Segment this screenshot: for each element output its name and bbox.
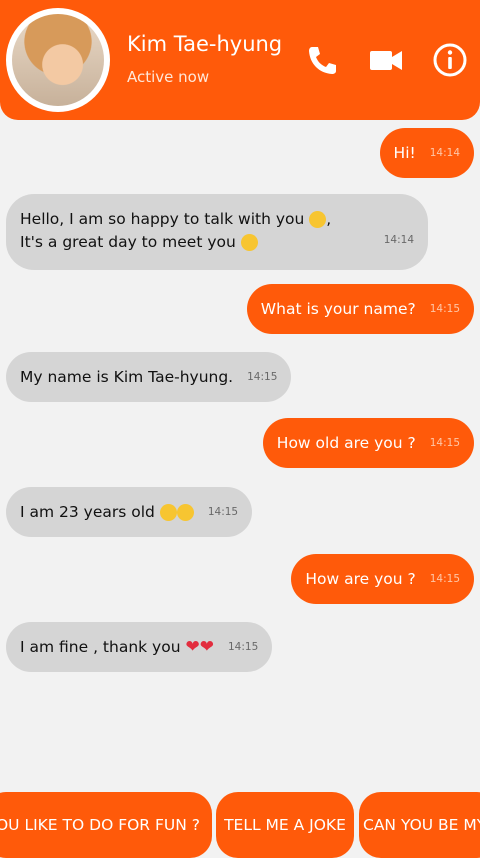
message-time: 14:14 [429, 147, 460, 159]
contact-name: Kim Tae-hyung [127, 32, 283, 56]
message-text: Hi! [393, 144, 416, 162]
received-message: I am fine , thank you ❤❤ 14:15 [6, 622, 273, 672]
video-camera-icon[interactable] [368, 42, 404, 78]
chat-header: Kim Tae-hyung Active now [0, 0, 480, 120]
sent-message: How old are you ? 14:15 [262, 418, 474, 468]
contact-status: Active now [127, 68, 210, 86]
quick-reply-be-my[interactable]: CAN YOU BE MY [359, 792, 480, 858]
heart-emoji: ❤❤ [185, 637, 214, 657]
sent-message: Hi! 14:14 [379, 128, 474, 178]
message-time: 14:15 [429, 303, 460, 315]
message-time: 14:15 [247, 371, 278, 383]
message-text: I am 23 years old [20, 503, 155, 521]
message-text: How old are you ? [276, 434, 416, 452]
message-text: How are you ? [305, 570, 416, 588]
avatar-photo [12, 14, 104, 106]
received-message: Hello, I am so happy to talk with you , … [6, 194, 428, 270]
avatar[interactable] [6, 8, 110, 112]
quick-reply-joke[interactable]: TELL ME A JOKE [216, 792, 354, 858]
phone-icon[interactable] [304, 42, 340, 78]
quick-reply-bar[interactable]: OU LIKE TO DO FOR FUN ? TELL ME A JOKE C… [0, 792, 480, 858]
received-message: I am 23 years old 14:15 [6, 487, 253, 537]
sent-message: What is your name? 14:15 [246, 284, 474, 334]
sent-message: How are you ? 14:15 [291, 554, 474, 604]
message-text: What is your name? [260, 300, 416, 318]
info-icon[interactable] [432, 42, 468, 78]
blushing-face-emoji [309, 211, 327, 228]
message-time: 14:14 [383, 234, 414, 246]
quick-reply-fun[interactable]: OU LIKE TO DO FOR FUN ? [0, 792, 212, 858]
message-text: I am fine , thank you [20, 638, 181, 656]
received-message: My name is Kim Tae-hyung. 14:15 [6, 352, 292, 402]
message-list[interactable]: Hi! 14:14 Hello, I am so happy to talk w… [0, 120, 480, 788]
laughing-face-emoji [176, 503, 194, 521]
message-time: 14:15 [429, 437, 460, 449]
message-time: 14:15 [429, 573, 460, 585]
message-time: 14:15 [207, 506, 239, 518]
laughing-face-emoji [159, 503, 177, 521]
smiling-face-emoji [240, 234, 258, 251]
message-time: 14:15 [227, 641, 259, 653]
message-text-line2: It's a great day to meet you [20, 233, 236, 251]
message-text-line1: Hello, I am so happy to talk with you [20, 210, 305, 228]
message-text: My name is Kim Tae-hyung. [20, 368, 234, 386]
